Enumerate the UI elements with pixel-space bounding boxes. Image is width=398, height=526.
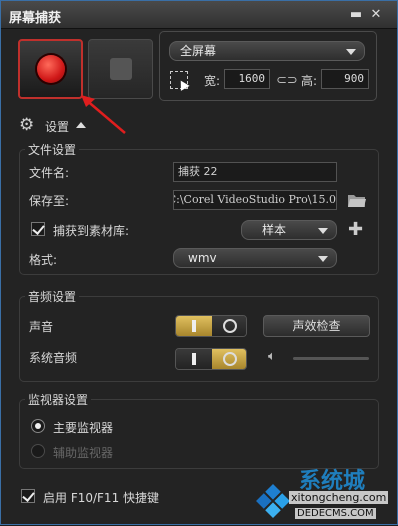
capture-window: 屏幕捕获 ▬ ✕ 全屏幕 宽: 1600 ⊂⊃ 高: 900 ⚙ 设置 文件设置… — [0, 0, 398, 525]
height-input[interactable]: 900 — [321, 69, 369, 89]
annotation-arrow — [81, 95, 126, 134]
volume-slider[interactable] — [293, 357, 369, 360]
filename-input[interactable]: 捕获 22 — [173, 162, 337, 182]
toggle-on-half[interactable] — [176, 349, 212, 369]
width-label: 宽: — [204, 74, 221, 88]
window-title: 屏幕捕获 — [9, 11, 62, 26]
windows-logo-icon — [256, 484, 290, 518]
link-icon[interactable]: ⊂⊃ — [276, 73, 298, 88]
close-icon[interactable]: ✕ — [369, 8, 383, 22]
hotkey-label: 启用 F10/F11 快捷键 — [43, 491, 160, 505]
record-button[interactable] — [18, 39, 83, 99]
site-watermark: 系统城 xitongcheng.com DEDECMS.COM — [249, 463, 398, 526]
folder-icon[interactable] — [347, 192, 367, 208]
format-label: 格式: — [29, 253, 58, 267]
primary-monitor-label: 主要监视器 — [53, 421, 114, 435]
save-to-label: 保存至: — [29, 194, 70, 208]
settings-label: 设置 — [45, 120, 70, 134]
chevron-down-icon — [318, 256, 328, 262]
library-checkbox[interactable] — [31, 222, 45, 236]
watermark-site: xitongcheng.com — [289, 491, 389, 504]
minimize-icon[interactable]: ▬ — [349, 8, 363, 22]
filename-label: 文件名: — [29, 166, 70, 180]
primary-monitor-radio[interactable] — [31, 419, 45, 433]
volume-icon: 🔈︎ — [268, 349, 276, 364]
voice-toggle[interactable] — [175, 315, 247, 337]
library-value: 样本 — [262, 223, 287, 237]
sound-check-button[interactable]: 声效检查 — [263, 315, 370, 337]
library-dropdown[interactable]: 样本 — [241, 220, 337, 240]
toggle-on-half[interactable] — [176, 316, 212, 336]
save-to-input[interactable]: C:\Corel VideoStudio Pro\15.0\ — [173, 190, 337, 210]
height-label: 高: — [301, 74, 318, 88]
chevron-up-icon — [76, 122, 86, 128]
system-audio-label: 系统音频 — [29, 351, 78, 365]
format-value: wmv — [188, 251, 217, 265]
select-region-icon[interactable] — [170, 71, 190, 91]
chevron-down-icon — [346, 49, 356, 55]
audio-settings-title: 音频设置 — [25, 288, 80, 305]
secondary-monitor-label: 辅助监视器 — [53, 446, 114, 460]
gear-icon: ⚙ — [19, 115, 35, 135]
system-audio-toggle[interactable] — [175, 348, 247, 370]
capture-area-value: 全屏幕 — [180, 44, 217, 58]
title-bar[interactable]: 屏幕捕获 ▬ ✕ — [1, 1, 397, 29]
stop-icon — [110, 58, 132, 80]
file-settings-title: 文件设置 — [25, 141, 80, 158]
hotkey-checkbox[interactable] — [21, 489, 35, 503]
stop-button[interactable] — [88, 39, 153, 99]
voice-label: 声音 — [29, 320, 54, 334]
monitor-settings-title: 监视器设置 — [25, 391, 92, 408]
format-dropdown[interactable]: wmv — [173, 248, 337, 268]
toggle-off-half[interactable] — [212, 316, 246, 336]
record-icon — [37, 55, 65, 83]
width-input[interactable]: 1600 — [224, 69, 270, 89]
add-library-icon[interactable]: ✚ — [348, 219, 363, 240]
secondary-monitor-radio — [31, 444, 45, 458]
capture-area-dropdown[interactable]: 全屏幕 — [169, 41, 365, 61]
library-label: 捕获到素材库: — [53, 224, 130, 238]
chevron-down-icon — [318, 228, 328, 234]
watermark-alt: DEDECMS.COM — [295, 508, 376, 519]
toggle-off-half[interactable] — [212, 349, 246, 369]
